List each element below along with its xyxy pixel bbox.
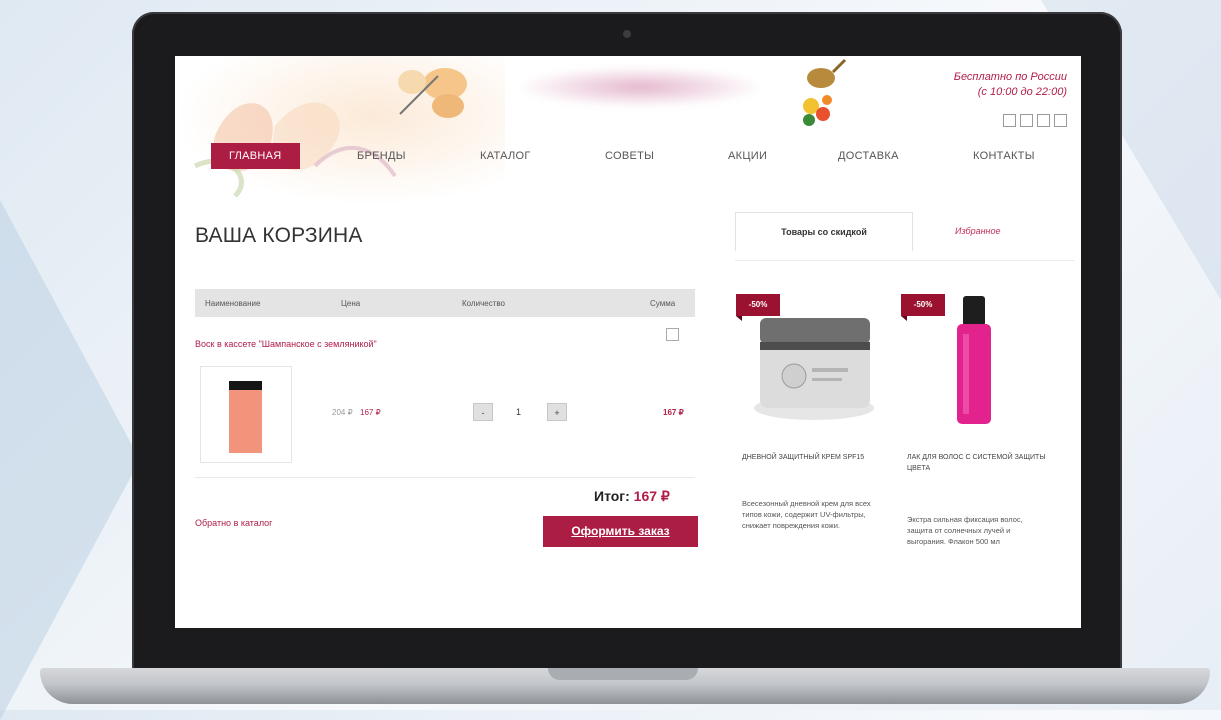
product-title[interactable]: ДНЕВНОЙ ЗАЩИТНЫЙ КРЕМ SPF15 xyxy=(742,452,882,463)
product-tube-cap xyxy=(229,381,262,390)
nav-item-home[interactable]: ГЛАВНАЯ xyxy=(211,143,300,169)
nav-item-brands[interactable]: БРЕНДЫ xyxy=(357,150,406,162)
product-tube xyxy=(229,381,262,453)
page-title: ВАША КОРЗИНА xyxy=(195,224,363,247)
butterfly-icon xyxy=(398,68,467,118)
tab-divider xyxy=(735,260,1075,261)
website-screen: Бесплатно по России (с 10:00 до 22:00) Г… xyxy=(175,56,1081,628)
qty-decrease-button[interactable]: - xyxy=(473,403,493,421)
header-contact-info: Бесплатно по России (с 10:00 до 22:00) xyxy=(954,70,1067,100)
remove-item-checkbox[interactable] xyxy=(666,328,679,341)
bird-logo-icon xyxy=(803,58,847,126)
checkout-button[interactable]: Оформить заказ xyxy=(543,516,698,547)
back-to-catalog-link[interactable]: Обратно в каталог xyxy=(195,518,272,528)
tab-favorites[interactable]: Избранное xyxy=(955,226,1001,236)
cream-jar-image xyxy=(754,318,874,420)
column-header-name: Наименование xyxy=(205,298,261,308)
social-links xyxy=(1003,114,1067,127)
column-header-price: Цена xyxy=(341,298,361,308)
qty-increase-button[interactable]: + xyxy=(547,403,567,421)
social-icon[interactable] xyxy=(1003,114,1016,127)
cart-table-header: Наименование Цена Количество Сумма xyxy=(195,289,695,317)
main-nav: ГЛАВНАЯ БРЕНДЫ КАТАЛОГ СОВЕТЫ АКЦИИ ДОСТ… xyxy=(211,142,1071,170)
free-shipping-text: Бесплатно по России xyxy=(953,71,1067,83)
camera-icon xyxy=(623,30,631,38)
background-facet xyxy=(0,200,140,720)
qty-value[interactable]: 1 xyxy=(516,407,521,417)
laptop-notch xyxy=(548,668,698,680)
social-icon[interactable] xyxy=(1037,114,1050,127)
item-sum: 167 ₽ xyxy=(663,408,684,417)
nav-item-tips[interactable]: СОВЕТЫ xyxy=(605,150,654,162)
total-label: Итог: xyxy=(594,488,630,504)
old-price: 204 ₽ xyxy=(332,408,353,417)
current-price: 167 ₽ xyxy=(360,408,381,417)
total-value: 167 ₽ xyxy=(633,488,670,504)
site-logo[interactable] xyxy=(515,66,765,108)
product-desc: Экстра сильная фиксация волос, защита от… xyxy=(907,515,1023,546)
hairspray-bottle-image xyxy=(957,296,991,424)
tab-discounted[interactable]: Товары со скидкой xyxy=(735,212,913,251)
nav-item-sales[interactable]: АКЦИИ xyxy=(728,150,767,162)
product-title[interactable]: ЛАК ДЛЯ ВОЛОС С СИСТЕМОЙ ЗАЩИТЫ ЦВЕТА xyxy=(907,452,1047,474)
divider xyxy=(195,477,695,478)
cart-item-name[interactable]: Воск в кассете "Шампанское с земляникой" xyxy=(195,339,377,349)
column-header-qty: Количество xyxy=(462,298,505,308)
social-icon[interactable] xyxy=(1054,114,1067,127)
nav-item-catalog[interactable]: КАТАЛОГ xyxy=(480,150,531,162)
cart-item-image[interactable] xyxy=(200,366,292,463)
product-desc: Всесезонный дневной крем для всех типов … xyxy=(742,499,871,530)
nav-item-delivery[interactable]: ДОСТАВКА xyxy=(838,150,899,162)
column-header-sum: Сумма xyxy=(650,298,676,308)
nav-item-contacts[interactable]: КОНТАКТЫ xyxy=(973,150,1035,162)
social-icon[interactable] xyxy=(1020,114,1033,127)
working-hours-text: (с 10:00 до 22:00) xyxy=(977,86,1067,98)
cart-total: Итог: 167 ₽ xyxy=(594,488,670,505)
